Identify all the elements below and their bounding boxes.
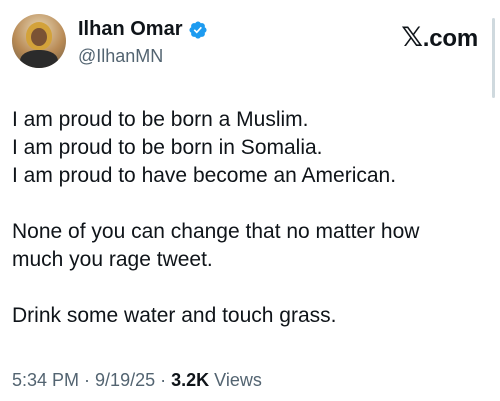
display-name[interactable]: Ilhan Omar (78, 18, 182, 41)
scrollbar[interactable] (492, 18, 495, 98)
x-com-watermark: 𝕏.com (401, 22, 478, 53)
avatar-body (20, 50, 58, 68)
tweet-card: Ilhan Omar @IlhanMN 𝕏.com I am proud to … (0, 0, 500, 401)
brand-suffix: .com (422, 25, 478, 52)
tweet-metadata: 5:34 PM · 9/19/25 · 3.2K Views (12, 370, 262, 391)
tweet-line: I am proud to have become an American. (12, 164, 397, 187)
meta-separator: · (155, 370, 172, 390)
avatar-face (31, 28, 47, 46)
views-label: Views (209, 370, 262, 390)
tweet-line: None of you can change that no matter ho… (12, 220, 420, 243)
author-name-row: Ilhan Omar (78, 18, 208, 41)
meta-separator: · (79, 370, 96, 390)
tweet-line: Drink some water and touch grass. (12, 304, 337, 327)
views-count[interactable]: 3.2K (171, 370, 209, 390)
tweet-text: I am proud to be born a Muslim. I am pro… (12, 106, 482, 330)
tweet-line: I am proud to be born a Muslim. (12, 108, 309, 131)
tweet-line: much you rage tweet. (12, 248, 213, 271)
tweet-time[interactable]: 5:34 PM (12, 370, 79, 390)
verified-badge-icon (189, 20, 208, 39)
avatar[interactable] (12, 14, 66, 68)
x-logo-icon: 𝕏 (401, 22, 423, 52)
user-handle[interactable]: @IlhanMN (78, 46, 163, 67)
tweet-date[interactable]: 9/19/25 (95, 370, 155, 390)
tweet-line: I am proud to be born in Somalia. (12, 136, 323, 159)
